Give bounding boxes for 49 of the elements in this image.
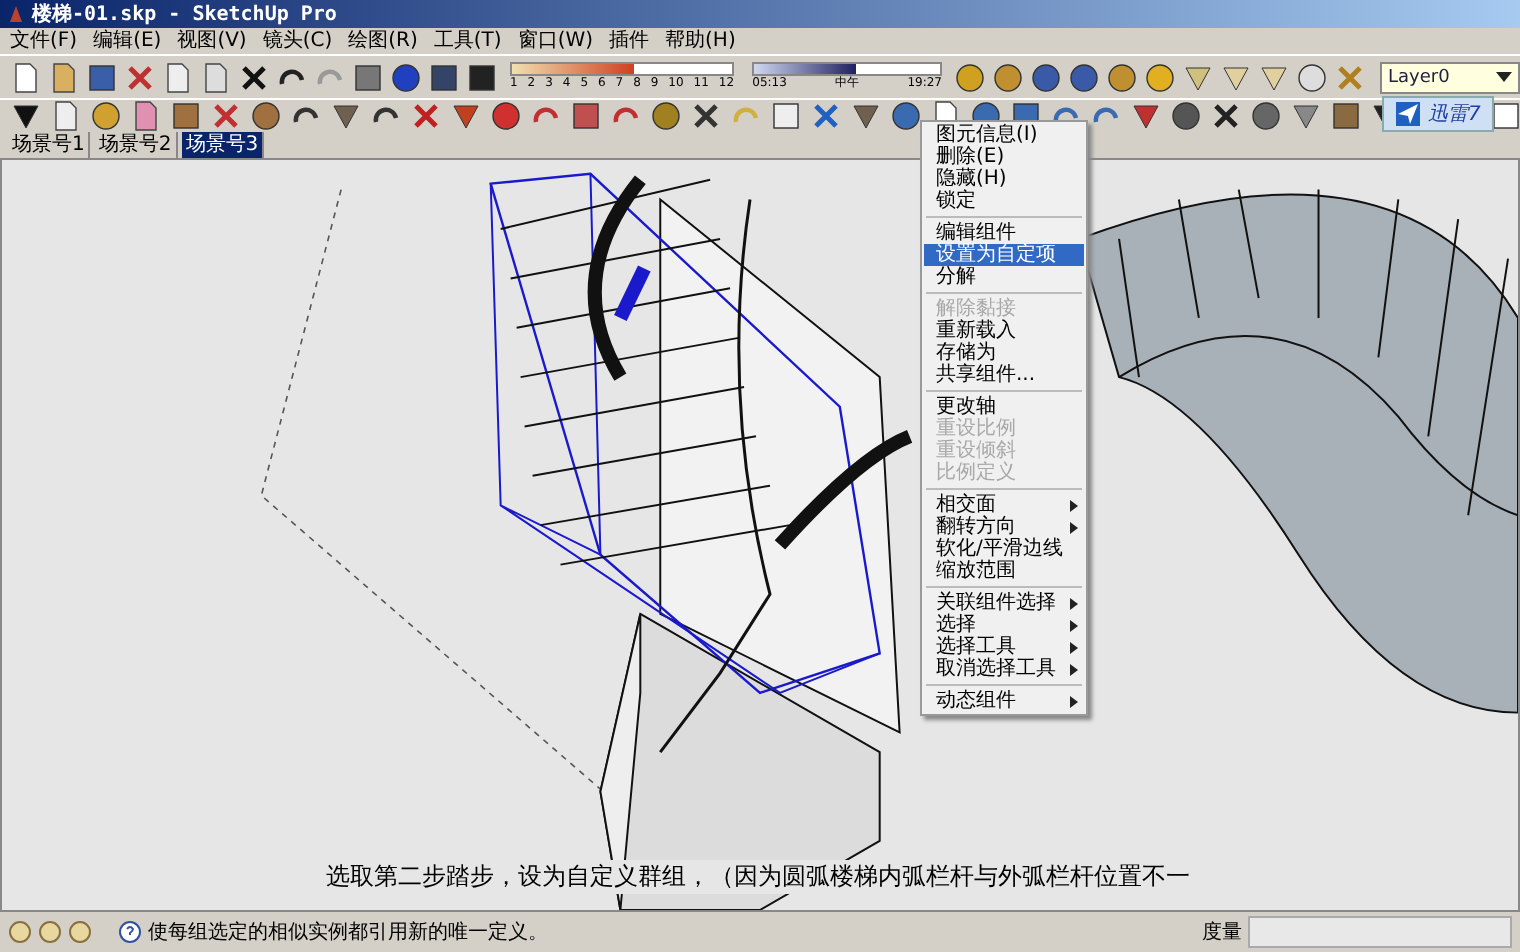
scene-tab[interactable]: 场景号3 [181, 132, 265, 158]
context-menu-item[interactable]: 存储为 [924, 342, 1084, 364]
menu-item[interactable]: 插件 [609, 29, 650, 53]
menu-item[interactable]: 工具(T) [433, 29, 502, 53]
context-menu-item[interactable]: 关联组件选择 [924, 592, 1084, 614]
menu-item[interactable]: 帮助(H) [665, 29, 736, 53]
context-menu-item[interactable]: 缩放范围 [924, 560, 1084, 582]
context-menu-item[interactable]: 图元信息(I) [924, 124, 1084, 146]
triangle-icon[interactable] [330, 100, 362, 132]
status-circle-icon[interactable] [8, 920, 32, 944]
context-menu-item[interactable]: 翻转方向 [924, 516, 1084, 538]
layer-dropdown[interactable]: Layer0 [1380, 61, 1520, 93]
app-icon [6, 4, 26, 24]
measurement-label: 度量 [1202, 919, 1242, 946]
context-menu-item[interactable]: 取消选择工具 [924, 658, 1084, 680]
caret-icon [1496, 72, 1512, 82]
context-menu-item[interactable]: 软化/平滑边线 [924, 538, 1084, 560]
menu-item[interactable]: 编辑(E) [93, 29, 162, 53]
menu-item[interactable]: 文件(F) [10, 29, 78, 53]
context-menu-item[interactable]: 编辑组件 [924, 222, 1084, 244]
menu-item[interactable]: 视图(V) [177, 29, 247, 53]
caption-text: 选取第二步踏步，设为自定义群组，（因为圆弧楼梯内弧栏杆与外弧栏杆位置不一 [322, 860, 1194, 894]
context-menu-item[interactable]: 选择工具 [924, 636, 1084, 658]
select-arrow-icon[interactable] [10, 100, 42, 132]
badge-label: 迅雷7 [1428, 101, 1481, 128]
delete-icon[interactable] [238, 61, 270, 93]
context-menu-item[interactable]: 动态组件 [924, 690, 1084, 712]
square-icon[interactable] [170, 100, 202, 132]
context-menu-item[interactable]: 分解 [924, 266, 1084, 288]
context-menu-item[interactable]: 重新载入 [924, 320, 1084, 342]
notification-toast[interactable]: 迅雷7 [1382, 96, 1495, 132]
context-menu-item[interactable]: 隐藏(H) [924, 168, 1084, 190]
context-menu-item[interactable]: 删除(E) [924, 146, 1084, 168]
context-menu-item[interactable]: 设置为自定项 [924, 244, 1084, 266]
status-circle-icon[interactable] [38, 920, 62, 944]
new-file-icon[interactable] [10, 61, 42, 93]
status-hint: 使每组选定的相似实例都引用新的唯一定义。 [148, 919, 550, 946]
circle-icon[interactable] [250, 100, 282, 132]
window-title: 楼梯-01.skp - SketchUp Pro [32, 1, 337, 28]
menu-item[interactable]: 绘图(R) [348, 29, 418, 53]
context-menu-item[interactable]: 相交面 [924, 494, 1084, 516]
menu-item[interactable]: 窗口(W) [517, 29, 594, 53]
menu-item[interactable]: 镜头(C) [262, 29, 333, 53]
context-menu-item[interactable]: 共享组件... [924, 364, 1084, 386]
context-menu-item[interactable]: 锁定 [924, 190, 1084, 212]
status-circle-icon[interactable] [68, 920, 92, 944]
context-menu-item[interactable]: 选择 [924, 614, 1084, 636]
measurement-field[interactable] [1248, 916, 1512, 948]
context-menu-item[interactable]: 更改轴 [924, 396, 1084, 418]
